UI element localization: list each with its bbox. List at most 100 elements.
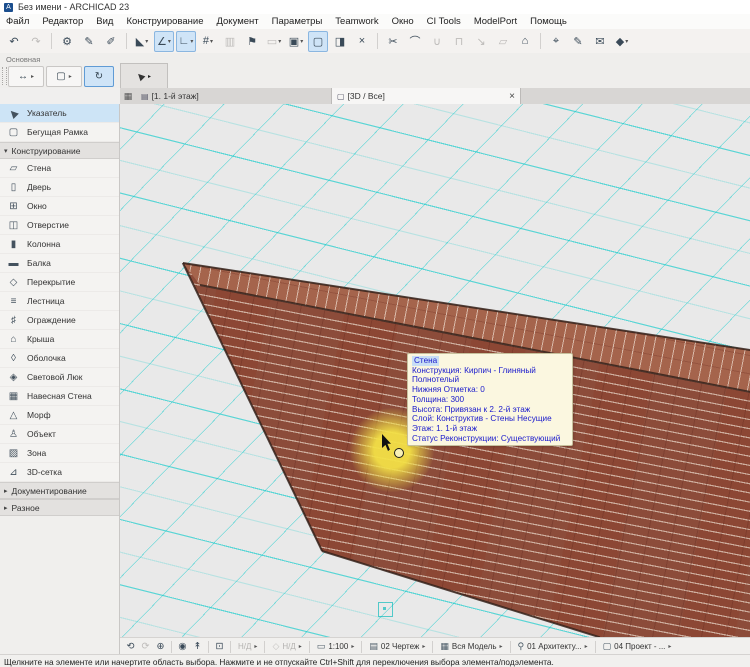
menu-edit[interactable]: Редактор xyxy=(42,16,83,27)
viewport-3d[interactable]: Стена Конструкция: Кирпич - Глиняный Пол… xyxy=(120,104,750,637)
sidebar-item-roof[interactable]: ⌂Крыша xyxy=(0,330,119,349)
sidebar-item-opening[interactable]: ◫Отверстие xyxy=(0,216,119,235)
suspend-groups-button[interactable]: ▥ xyxy=(220,31,240,52)
sidebar-item-column[interactable]: ▮Колонна xyxy=(0,235,119,254)
snap-guides-button[interactable]: ∠▾ xyxy=(154,31,174,52)
dropdown-na-1[interactable]: Н/Д▸ xyxy=(234,640,261,654)
sidebar-item-morph[interactable]: △Морф xyxy=(0,406,119,425)
marquee-mode-button[interactable]: ▭▾ xyxy=(264,31,284,52)
more-tools-button[interactable]: ◆▾ xyxy=(612,31,632,52)
sidebar-item-object[interactable]: ♙Объект xyxy=(0,425,119,444)
dropdown-label: Н/Д xyxy=(282,642,295,651)
close-tab-icon[interactable]: × xyxy=(509,91,515,102)
adjust-button[interactable]: ⌒ xyxy=(405,31,425,52)
intersect-button[interactable]: ⊓ xyxy=(449,31,469,52)
organizer-icon[interactable]: ▦ xyxy=(120,91,136,102)
sidebar-item-beam[interactable]: ▬Балка xyxy=(0,254,119,273)
split-button[interactable]: ✂ xyxy=(383,31,403,52)
folder-icon: ▤ xyxy=(141,92,149,101)
viewbar-separator xyxy=(208,641,209,653)
trim-button[interactable]: ∪ xyxy=(427,31,447,52)
orbit-button[interactable]: ⟲ xyxy=(123,640,138,654)
marquee-frame-button[interactable]: ▢▸ xyxy=(46,66,82,87)
pen-set-dropdown[interactable]: ▤02 Чертеж▸ xyxy=(365,640,429,654)
groups-icon: ▥ xyxy=(225,35,235,48)
chevron-down-icon: ▾ xyxy=(625,38,628,45)
stretch-button[interactable]: ▱ xyxy=(493,31,513,52)
trace-reference-button[interactable]: ◨ xyxy=(330,31,350,52)
sidebar-item-pointer[interactable]: ▶Указатель xyxy=(0,104,119,123)
pointer-tool-button[interactable]: ▶ ▸ xyxy=(137,71,151,82)
menu-help[interactable]: Помощь xyxy=(530,16,567,27)
roof-icon: ⌂ xyxy=(6,334,21,345)
sidebar-item-label: Объект xyxy=(27,429,56,439)
menu-options[interactable]: Параметры xyxy=(272,16,323,27)
menu-file[interactable]: Файл xyxy=(6,16,29,27)
menu-window[interactable]: Окно xyxy=(392,16,414,27)
pen-set-value: 02 Чертеж xyxy=(381,642,419,651)
sidebar-item-slab[interactable]: ◇Перекрытие xyxy=(0,273,119,292)
snap-points-button[interactable]: ∟▾ xyxy=(176,31,196,52)
section-more[interactable]: ▸Разное xyxy=(0,499,119,516)
arrow-line-tool-button[interactable]: ↔▸ xyxy=(8,66,44,87)
tab-floor-plan[interactable]: ▤ [1. 1-й этаж] xyxy=(136,88,331,104)
modify-button[interactable]: ⌂ xyxy=(515,31,535,52)
guide-lines-button[interactable]: ◣▾ xyxy=(132,31,152,52)
sidebar-item-door[interactable]: ▯Дверь xyxy=(0,178,119,197)
sidebar-item-shell[interactable]: ◊Оболочка xyxy=(0,349,119,368)
orbit-mode-button[interactable]: ↻ xyxy=(84,66,114,87)
markup-button[interactable]: ✎ xyxy=(568,31,588,52)
menu-view[interactable]: Вид xyxy=(96,16,113,27)
cutting-planes-button[interactable]: × xyxy=(352,31,372,52)
scale-dropdown[interactable]: ▭1:100▸ xyxy=(313,640,359,654)
viewbar-separator xyxy=(432,641,433,653)
zoom-button[interactable]: ⊕ xyxy=(153,640,168,654)
walk-button[interactable]: ↟ xyxy=(190,640,205,654)
toolbar-drag-handle[interactable] xyxy=(2,67,7,85)
sidebar-item-skylight[interactable]: ◈Световой Люк xyxy=(0,368,119,387)
beam-icon: ▬ xyxy=(6,258,21,269)
sidebar-item-stair[interactable]: ≡Лестница xyxy=(0,292,119,311)
sidebar-item-marquee[interactable]: ▢Бегущая Рамка xyxy=(0,123,119,142)
menu-design[interactable]: Конструирование xyxy=(126,16,203,27)
pickup-parameters-button[interactable]: ✎ xyxy=(79,31,99,52)
publish-button[interactable]: ✉ xyxy=(590,31,610,52)
explore-button[interactable]: ◉ xyxy=(175,640,190,654)
gravity-button[interactable]: ⚑ xyxy=(242,31,262,52)
chevron-right-icon: ▸ xyxy=(254,643,257,650)
section-document[interactable]: ▸Документирование xyxy=(0,482,119,499)
look-around-button[interactable]: ⟳ xyxy=(138,640,153,654)
sidebar-item-curtain-wall[interactable]: ▦Навесная Стена xyxy=(0,387,119,406)
section-design[interactable]: ▾Конструирование xyxy=(0,142,119,159)
find-select-button[interactable]: ⌖ xyxy=(546,31,566,52)
tab-3d-all[interactable]: ▢ [3D / Все] × xyxy=(331,88,521,104)
layer-combination-dropdown[interactable]: ⚲01 Архитекту...▸ xyxy=(514,640,592,654)
sidebar-item-mesh[interactable]: ⊿3D-сетка xyxy=(0,463,119,482)
model-filter-dropdown[interactable]: ▦Вся Модель▸ xyxy=(436,640,506,654)
sidebar-item-zone[interactable]: ▨Зона xyxy=(0,444,119,463)
element-info-tooltip: Стена Конструкция: Кирпич - Глиняный Пол… xyxy=(407,353,573,446)
plane-icon: ▢ xyxy=(313,35,323,48)
project-dropdown[interactable]: ▢04 Проект - ...▸ xyxy=(599,640,676,654)
chevron-down-icon: ▾ xyxy=(190,38,193,45)
chevron-down-icon: ▾ xyxy=(168,38,171,45)
menu-document[interactable]: Документ xyxy=(216,16,258,27)
cube-icon: ▢ xyxy=(337,92,345,101)
undo-button[interactable]: ↶ xyxy=(4,31,24,52)
sidebar-item-wall[interactable]: ▱Стена xyxy=(0,159,119,178)
sidebar-item-window[interactable]: ⊞Окно xyxy=(0,197,119,216)
sidebar-item-railing[interactable]: ♯Ограждение xyxy=(0,311,119,330)
snap-guide-icon: ∠ xyxy=(157,35,167,48)
menu-modelport[interactable]: ModelPort xyxy=(474,16,517,27)
redo-button[interactable]: ↷ xyxy=(26,31,46,52)
fillet-button[interactable]: ↘ xyxy=(471,31,491,52)
menu-teamwork[interactable]: Teamwork xyxy=(335,16,378,27)
default-settings-button[interactable]: ⚙ xyxy=(57,31,77,52)
dropdown-na-2[interactable]: ◇Н/Д▸ xyxy=(268,640,305,654)
editing-plane-button[interactable]: ▢ xyxy=(308,31,328,52)
fit-in-window-button[interactable]: ⊡ xyxy=(212,640,227,654)
inject-parameters-button[interactable]: ✐ xyxy=(101,31,121,52)
snap-grid-button[interactable]: #▾ xyxy=(198,31,218,52)
menu-ci-tools[interactable]: CI Tools xyxy=(427,16,461,27)
lock-button[interactable]: ▣▾ xyxy=(286,31,306,52)
